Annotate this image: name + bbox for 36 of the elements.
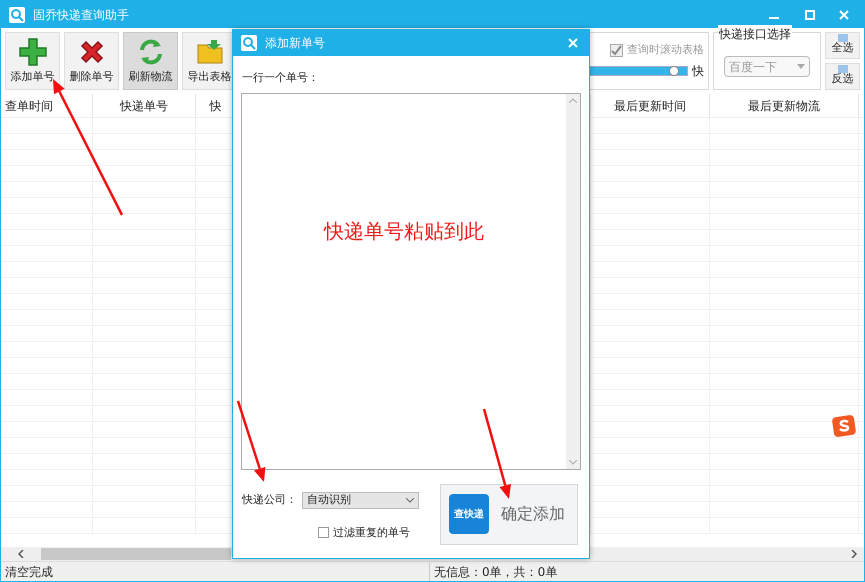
select-button[interactable]: 反选 xyxy=(825,63,860,90)
plus-icon xyxy=(18,36,48,67)
company-label: 快递公司： xyxy=(242,492,298,508)
maximize-icon xyxy=(805,10,815,20)
vertical-scrollbar[interactable] xyxy=(566,94,580,468)
toolbar-button[interactable]: 删除单号 xyxy=(64,32,119,90)
caret-icon xyxy=(797,64,805,69)
status-text: 无信息：0单，共：0单 xyxy=(429,562,562,580)
filter-checkbox[interactable]: 过滤重复的单号 xyxy=(318,524,437,541)
column-header[interactable]: 查单时间 xyxy=(1,94,93,117)
scrollbar-thumb[interactable] xyxy=(41,548,231,560)
toolbar-button[interactable]: 刷新物流 xyxy=(123,32,178,90)
status-text: 清空完成 xyxy=(4,564,54,580)
prompt-label: 一行一个单号： xyxy=(242,70,320,86)
slider-label: 快 xyxy=(692,63,704,80)
company-dropdown[interactable]: 自动识别 xyxy=(302,492,419,508)
check-icon xyxy=(611,44,622,56)
caret-icon xyxy=(406,498,414,502)
column-header[interactable]: 最后更新物流 xyxy=(710,94,859,117)
window-title: 固乔快递查询助手 xyxy=(33,6,129,24)
group-title: 快递接口选择 xyxy=(718,25,792,43)
toolbar-button[interactable]: 添加单号 xyxy=(5,32,60,90)
column-header[interactable]: 快递单号 xyxy=(93,94,196,117)
close-icon xyxy=(568,38,578,48)
ime-logo-icon xyxy=(832,415,857,437)
list-icon xyxy=(838,65,848,73)
column-header[interactable]: 最后更新时间 xyxy=(591,94,710,117)
close-icon xyxy=(839,10,849,20)
confirm-add-button[interactable]: 查快递 确定添加 xyxy=(440,484,578,544)
dialog-title: 添加新单号 xyxy=(265,35,325,52)
minimize-icon xyxy=(769,17,779,19)
app-logo-icon xyxy=(241,35,257,51)
app-logo-icon xyxy=(9,6,25,22)
select-button[interactable]: 全选 xyxy=(825,32,860,59)
list-icon xyxy=(838,34,848,42)
logo-badge: 查快递 xyxy=(449,494,489,534)
